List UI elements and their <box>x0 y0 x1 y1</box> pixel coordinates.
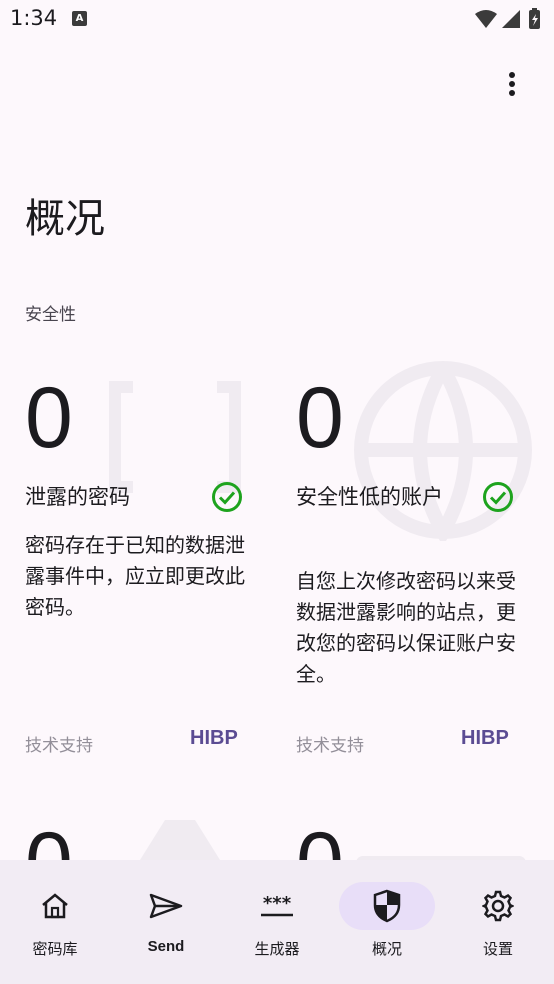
more-vertical-icon[interactable] <box>500 72 524 100</box>
card-fourth[interactable]: 0 <box>296 820 536 860</box>
card-exposed-passwords[interactable]: 0 泄露的密码 密码存在于已知的数据泄露事件中，应立即更改此密码。 技术支持 H… <box>25 375 265 775</box>
check-circle-icon <box>483 482 513 512</box>
card-description: 密码存在于已知的数据泄露事件中，应立即更改此密码。 <box>25 533 245 619</box>
home-icon <box>42 893 68 919</box>
nav-label: Send <box>147 938 185 955</box>
nav-label: 概况 <box>371 940 402 958</box>
card-weak-accounts[interactable]: 0 安全性低的账户 自您上次修改密码以来受数据泄露影响的站点，更改您的密码以保证… <box>296 361 536 775</box>
nav-item-vault[interactable]: 密码库 <box>0 860 110 984</box>
nav-item-send[interactable]: Send <box>111 860 221 984</box>
section-label-security: 安全性 <box>25 305 76 325</box>
card-third[interactable]: 0 <box>25 820 265 860</box>
gear-icon <box>482 890 514 922</box>
check-circle-icon <box>212 482 242 512</box>
nav-label: 设置 <box>482 940 513 958</box>
card-description: 自您上次修改密码以来受数据泄露影响的站点，更改您的密码以保证账户安全。 <box>296 569 516 686</box>
dots-bg-icon <box>356 856 526 860</box>
arrows-icon <box>140 820 220 860</box>
text-a-icon: A <box>72 11 87 26</box>
svg-text:***: *** <box>263 894 292 914</box>
nav-item-generator[interactable]: *** 生成器 <box>222 860 332 984</box>
page-title: 概况 <box>25 196 105 242</box>
send-icon <box>149 893 183 919</box>
system-status-icons <box>475 8 540 29</box>
nav-label: 生成器 <box>254 940 300 958</box>
third-count: 0 <box>25 820 73 860</box>
status-time: 1:34 <box>10 6 58 30</box>
bottom-navigation: 密码库 Send *** 生成器 概况 设置 <box>0 860 554 984</box>
card-title: 泄露的密码 <box>25 485 130 509</box>
shield-icon <box>373 889 401 923</box>
weak-count: 0 <box>296 370 344 466</box>
fourth-count: 0 <box>296 820 344 860</box>
provider-link[interactable]: HIBP <box>190 727 238 750</box>
password-generator-icon: *** <box>261 894 293 917</box>
wifi-icon <box>475 10 497 28</box>
status-bar: 1:34 A <box>0 0 554 40</box>
signal-icon <box>502 10 520 28</box>
powered-by-label: 技术支持 <box>25 736 93 756</box>
provider-link[interactable]: HIBP <box>461 727 509 750</box>
nav-item-settings[interactable]: 设置 <box>443 860 553 984</box>
card-title: 安全性低的账户 <box>296 485 443 509</box>
nav-item-reports[interactable]: 概况 <box>332 860 442 984</box>
nav-label: 密码库 <box>32 940 78 958</box>
powered-by-label: 技术支持 <box>296 736 364 756</box>
exposed-count: 0 <box>25 370 73 466</box>
